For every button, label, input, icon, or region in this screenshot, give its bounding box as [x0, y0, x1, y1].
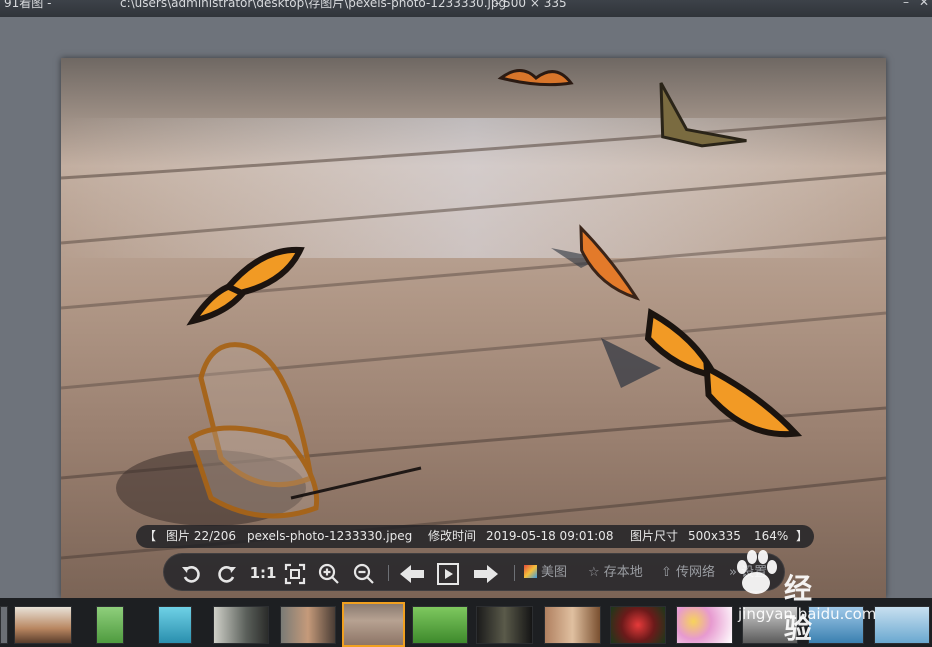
rotate-right-button[interactable] — [216, 554, 242, 592]
thumbnail[interactable] — [610, 606, 666, 644]
viewer-toolbar: 1:1 美图 ☆ 存本地 ⇧ 传网络 » 设置 — [163, 553, 785, 591]
image-info-bar: 【 图片 22/206 pexels-photo-1233330.jpeg 修改… — [136, 525, 814, 548]
save-local-label: 存本地 — [603, 565, 643, 580]
arrow-right-icon — [474, 565, 498, 583]
upload-button[interactable]: ⇧ 传网络 — [661, 554, 723, 592]
slideshow-button[interactable] — [436, 554, 464, 592]
play-icon — [437, 563, 459, 585]
baidu-paw-logo — [737, 550, 777, 594]
close-button[interactable]: ✕ — [916, 0, 932, 11]
thumbnail[interactable] — [476, 606, 533, 644]
beautify-label: 美图 — [541, 565, 568, 580]
thumbnail[interactable] — [158, 606, 192, 644]
thumbnail-active[interactable] — [342, 602, 405, 647]
toolbar-separator — [514, 565, 515, 581]
thumbnail[interactable] — [0, 606, 8, 644]
upload-icon: ⇧ — [661, 565, 672, 580]
star-icon: ☆ — [588, 565, 600, 580]
image-counter: 图片 22/206 — [166, 529, 237, 543]
photo-viewport[interactable] — [61, 58, 886, 598]
butterflies-photo — [61, 58, 886, 598]
info-left-bracket: 【 — [144, 529, 157, 543]
image-size-label: 图片尺寸 — [630, 529, 679, 543]
save-local-button[interactable]: ☆ 存本地 — [588, 554, 650, 592]
zoom-out-icon — [353, 563, 374, 584]
image-filename: pexels-photo-1233330.jpeg — [247, 529, 413, 543]
modified-time-label: 修改时间 — [428, 529, 477, 543]
previous-image-button[interactable] — [398, 554, 430, 592]
beautify-icon — [524, 565, 537, 578]
thumbnail[interactable] — [213, 606, 269, 644]
minimize-button[interactable]: – — [898, 0, 914, 11]
thumbnail[interactable] — [280, 606, 336, 644]
zoom-in-icon — [318, 563, 339, 584]
arrow-left-icon — [400, 565, 424, 583]
beautify-button[interactable]: 美图 — [524, 554, 574, 592]
thumbnail[interactable] — [14, 606, 72, 644]
rotate-left-icon — [182, 566, 200, 583]
zoom-out-button[interactable] — [353, 554, 379, 592]
thumbnail[interactable] — [96, 606, 124, 644]
modified-time-value: 2019-05-18 09:01:08 — [486, 529, 614, 543]
thumbnail[interactable] — [544, 606, 601, 644]
fit-window-icon — [284, 563, 306, 585]
title-bar: 91看图 - c:\users\administrator\desktop\存图… — [0, 0, 932, 17]
info-right-bracket: 】 — [796, 529, 809, 543]
app-title: 91看图 - — [4, 0, 52, 10]
thumbnail[interactable] — [676, 606, 733, 644]
next-image-button[interactable] — [472, 554, 504, 592]
fit-window-button[interactable] — [284, 554, 310, 592]
actual-size-button[interactable]: 1:1 — [248, 554, 278, 592]
thumbnail[interactable] — [874, 606, 930, 644]
toolbar-separator — [388, 565, 389, 581]
image-dimensions: - 500 × 335 — [495, 0, 567, 10]
thumbnail[interactable] — [412, 606, 468, 644]
file-path: c:\users\administrator\desktop\存图片\pexel… — [120, 0, 507, 10]
rotate-left-button[interactable] — [180, 554, 206, 592]
rotate-right-icon — [218, 566, 236, 583]
zoom-in-button[interactable] — [318, 554, 344, 592]
watermark-url: jingyan.baidu.com — [738, 605, 877, 623]
upload-label: 传网络 — [676, 565, 716, 580]
